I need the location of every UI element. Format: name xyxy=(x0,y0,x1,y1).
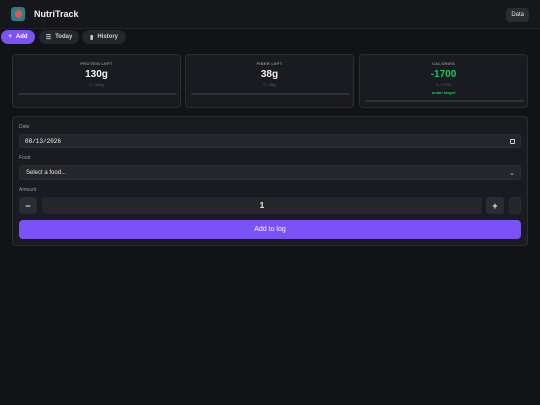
tab-bar: + Add ☰ Today ▮ History xyxy=(0,29,540,45)
chevron-down-icon: ⌄ xyxy=(509,170,515,177)
status-note: under target xyxy=(431,90,456,95)
stat-label: CALORIES xyxy=(431,61,456,66)
stat-value: 38g xyxy=(260,69,279,80)
progress-bar xyxy=(365,100,524,102)
date-input[interactable]: 08/13/2026 xyxy=(19,134,521,148)
calendar-icon[interactable] xyxy=(510,139,515,144)
food-select[interactable]: Select a food... ⌄ xyxy=(19,165,521,180)
data-button[interactable]: Data xyxy=(506,8,529,22)
tab-history[interactable]: ▮ History xyxy=(82,30,126,44)
stat-card-fiber: FIBER LEFT 38g 0 / 38g xyxy=(185,54,354,108)
plus-icon: + xyxy=(8,34,12,40)
stat-sub: 0 / 1700 xyxy=(436,82,451,87)
app-logo-icon xyxy=(11,7,25,21)
stat-label: FIBER LEFT xyxy=(256,61,283,66)
stat-sub: 0 / 38g xyxy=(263,82,276,87)
amount-label: Amount xyxy=(19,187,37,193)
tab-add-label: Add xyxy=(15,34,28,40)
stat-value: 130g xyxy=(85,69,108,80)
stat-sub: 0 / 130g xyxy=(89,82,104,87)
amount-input[interactable]: 1 xyxy=(42,197,482,214)
list-icon: ☰ xyxy=(45,34,52,41)
tab-history-label: History xyxy=(97,34,118,40)
stat-value: -1700 xyxy=(430,69,457,80)
tab-today[interactable]: ☰ Today xyxy=(39,30,79,44)
stat-card-calories: CALORIES -1700 0 / 1700 under target xyxy=(359,54,528,108)
stats-row: PROTEIN LEFT 130g 0 / 130g FIBER LEFT 38… xyxy=(12,54,528,108)
unit-button[interactable] xyxy=(509,197,521,214)
progress-bar xyxy=(18,93,177,95)
progress-bar xyxy=(191,93,350,95)
add-to-log-button[interactable]: Add to log xyxy=(19,220,521,239)
tab-add[interactable]: + Add xyxy=(1,30,35,44)
app-header: NutriTrack Data xyxy=(0,0,540,29)
bar-chart-icon: ▮ xyxy=(90,34,94,41)
date-value: 08/13/2026 xyxy=(25,137,62,145)
decrement-button[interactable]: − xyxy=(19,197,37,214)
increment-button[interactable]: + xyxy=(486,197,504,214)
tab-today-label: Today xyxy=(55,34,73,40)
add-food-form: Date 08/13/2026 Food Select a food... ⌄ … xyxy=(12,116,528,246)
food-select-value: Select a food... xyxy=(26,169,67,176)
stat-label: PROTEIN LEFT xyxy=(80,61,113,66)
stat-card-protein: PROTEIN LEFT 130g 0 / 130g xyxy=(12,54,181,108)
food-label: Food xyxy=(19,155,31,161)
date-label: Date xyxy=(19,124,30,130)
app-title: NutriTrack xyxy=(34,9,79,19)
